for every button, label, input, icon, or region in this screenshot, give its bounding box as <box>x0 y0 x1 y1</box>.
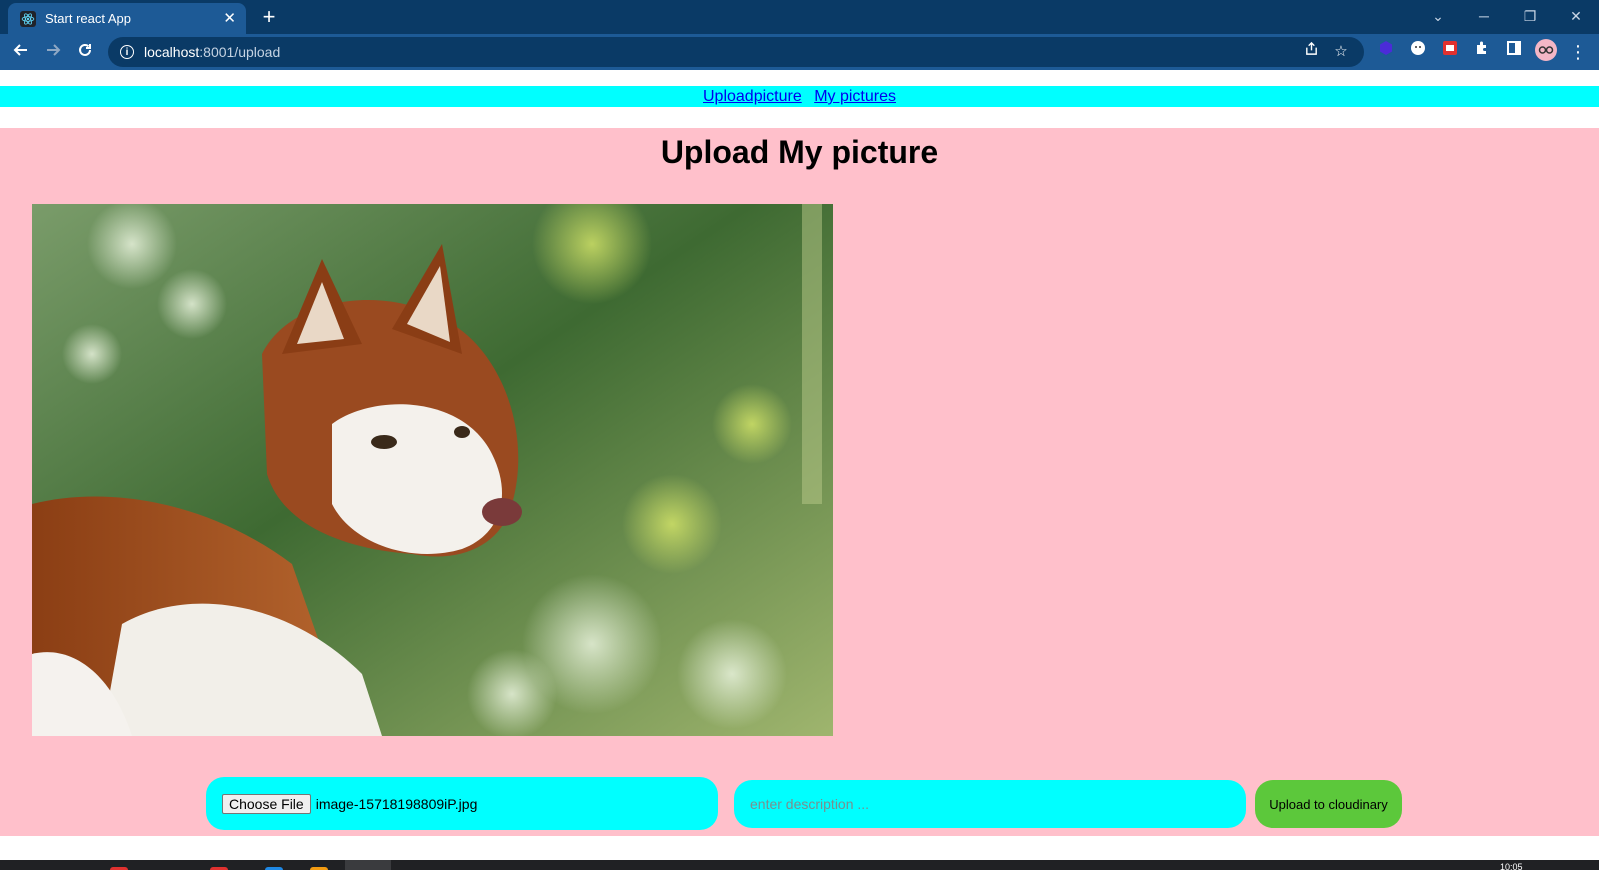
choose-file-button[interactable]: Choose File <box>222 793 311 814</box>
file-input[interactable]: Choose File image-15718198809iP.jpg <box>206 777 718 830</box>
back-icon[interactable] <box>7 38 35 66</box>
side-panel-icon[interactable] <box>1501 39 1527 65</box>
site-info-icon[interactable]: i <box>120 45 134 59</box>
nav-link-uploadpicture[interactable]: Uploadpicture <box>703 88 802 105</box>
bookmark-star-icon[interactable]: ☆ <box>1326 37 1356 67</box>
page-title: Upload My picture <box>0 128 1599 174</box>
page-root: Uploadpicture My pictures Upload My pict… <box>0 70 1599 860</box>
upload-form: Choose File image-15718198809iP.jpg Uplo… <box>0 776 1599 832</box>
restore-icon[interactable]: ❐ <box>1510 4 1550 28</box>
menu-kebab-icon[interactable]: ⋮ <box>1565 39 1591 65</box>
taskbar-active-app[interactable] <box>345 860 391 870</box>
taskbar-clock: 10:05 <box>1500 862 1523 872</box>
url-path: :8001/upload <box>199 44 281 60</box>
os-taskbar <box>0 860 1599 870</box>
profile-avatar-icon[interactable] <box>1533 39 1559 65</box>
browser-titlebar: Start react App ✕ + ⌄ ─ ❐ ✕ <box>0 0 1599 34</box>
browser-tab[interactable]: Start react App ✕ <box>8 3 246 34</box>
selected-file-name: image-15718198809iP.jpg <box>315 795 478 812</box>
nav-link-my-pictures[interactable]: My pictures <box>814 88 896 105</box>
page-title-text: Upload My picture <box>660 134 939 170</box>
extensions-puzzle-icon[interactable] <box>1469 39 1495 65</box>
url-host: localhost <box>144 44 200 60</box>
address-bar[interactable]: i localhost:8001/upload ☆ <box>108 37 1364 67</box>
share-icon[interactable] <box>1296 37 1326 67</box>
extension-red-icon[interactable] <box>1437 39 1463 65</box>
top-nav: Uploadpicture My pictures <box>0 86 1599 107</box>
upload-section: Upload My picture Choose File image-1571… <box>0 128 1599 836</box>
react-logo-icon <box>20 10 36 27</box>
tab-search-icon[interactable]: ⌄ <box>1418 4 1458 28</box>
description-input[interactable] <box>734 780 1246 828</box>
new-tab-icon[interactable]: + <box>256 5 282 31</box>
close-tab-icon[interactable]: ✕ <box>223 11 236 26</box>
close-window-icon[interactable]: ✕ <box>1556 4 1596 28</box>
upload-to-cloudinary-button[interactable]: Upload to cloudinary <box>1255 780 1402 828</box>
extension-cube-icon[interactable] <box>1373 39 1399 65</box>
reload-icon[interactable] <box>71 38 99 66</box>
forward-icon[interactable] <box>39 38 67 66</box>
browser-toolbar: i localhost:8001/upload ☆ ⋮ <box>0 34 1599 70</box>
minimize-icon[interactable]: ─ <box>1464 4 1504 28</box>
extension-face-icon[interactable] <box>1405 39 1431 65</box>
tab-title: Start react App <box>45 11 131 26</box>
husky-photo <box>32 204 833 736</box>
